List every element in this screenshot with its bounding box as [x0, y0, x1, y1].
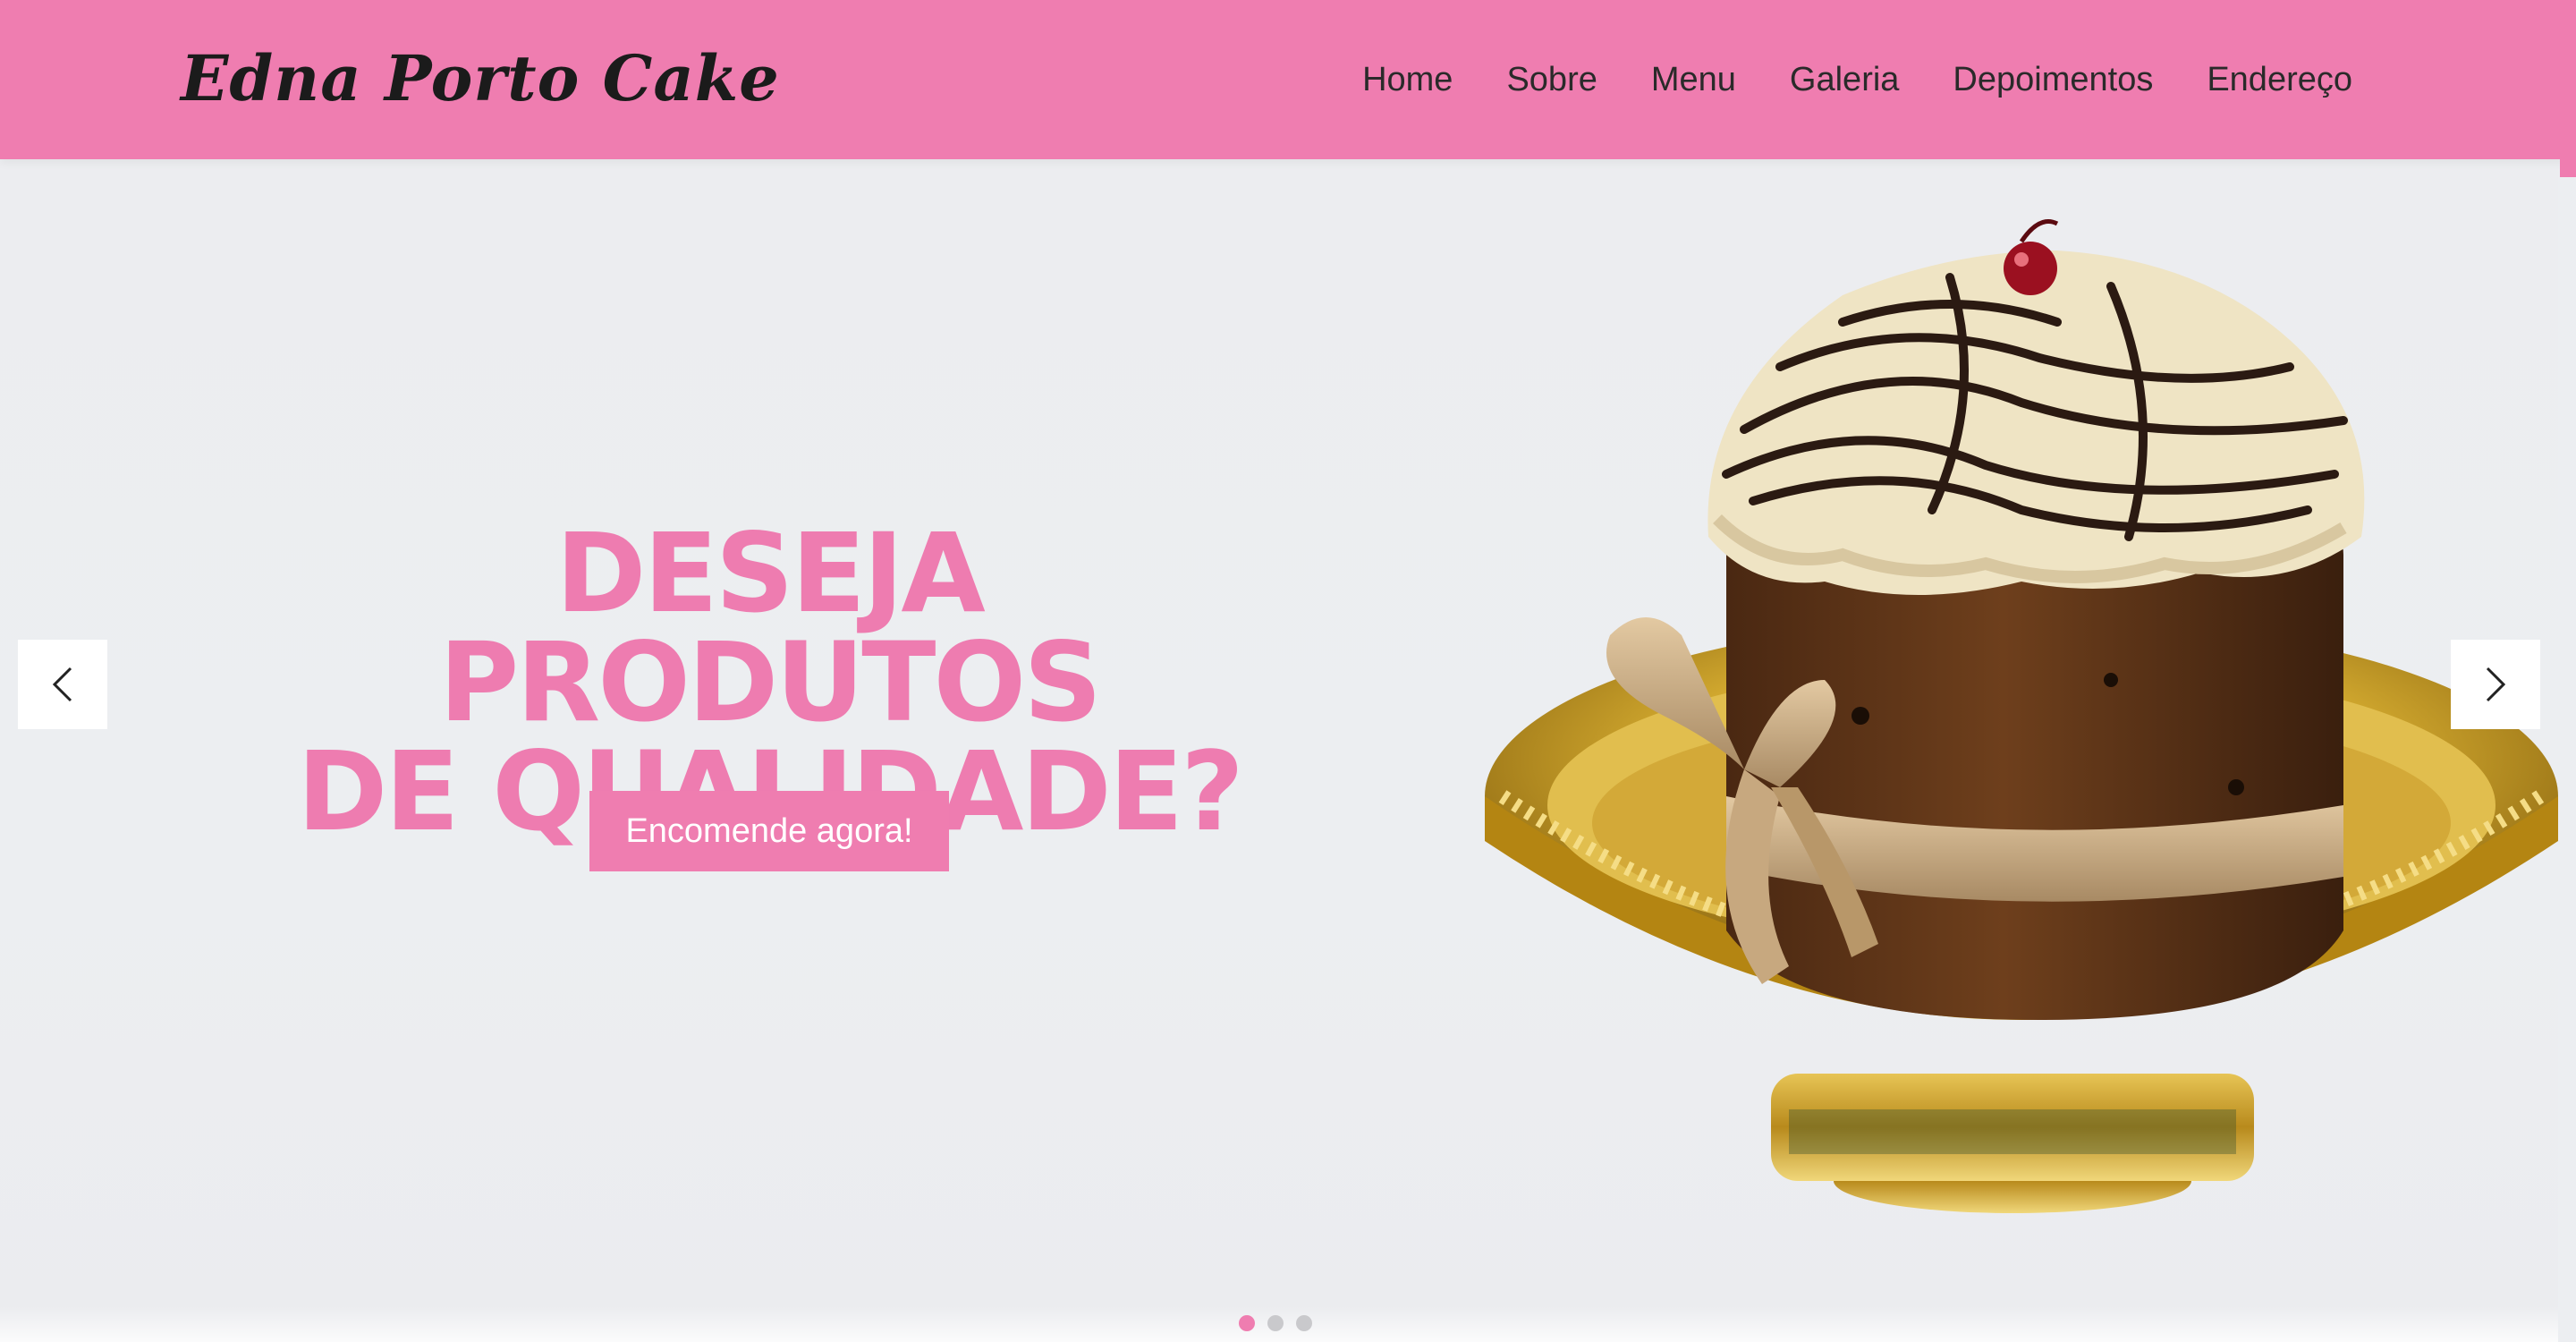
- page: Edna Porto Cake Home Sobre Menu Galeria …: [0, 0, 2576, 1342]
- carousel-prev-button[interactable]: [18, 640, 107, 729]
- carousel-indicators: [1239, 1315, 1312, 1331]
- chevron-left-icon: [52, 667, 72, 702]
- brand-logo[interactable]: Edna Porto Cake: [181, 34, 780, 123]
- hero-headline-line-1: DESEJA PRODUTOS: [438, 510, 1102, 746]
- site-header: Edna Porto Cake Home Sobre Menu Galeria …: [0, 0, 2576, 159]
- scrollbar-thumb[interactable]: [2560, 159, 2576, 177]
- nav-item-home[interactable]: Home: [1335, 52, 1479, 107]
- chevron-right-icon: [2486, 667, 2506, 702]
- nav-item-endereco[interactable]: Endereço: [2180, 52, 2379, 107]
- nav-item-menu[interactable]: Menu: [1624, 52, 1763, 107]
- nav-item-galeria[interactable]: Galeria: [1763, 52, 1927, 107]
- carousel-next-button[interactable]: [2451, 640, 2540, 729]
- nav-item-depoimentos[interactable]: Depoimentos: [1926, 52, 2180, 107]
- carousel-dot-1[interactable]: [1239, 1315, 1255, 1331]
- order-now-button[interactable]: Encomende agora!: [589, 791, 949, 871]
- carousel-dot-3[interactable]: [1296, 1315, 1312, 1331]
- carousel-dot-2[interactable]: [1267, 1315, 1284, 1331]
- main-nav: Home Sobre Menu Galeria Depoimentos Ende…: [1335, 52, 2379, 107]
- cake-image: [1485, 219, 2558, 1213]
- nav-item-sobre[interactable]: Sobre: [1479, 52, 1623, 107]
